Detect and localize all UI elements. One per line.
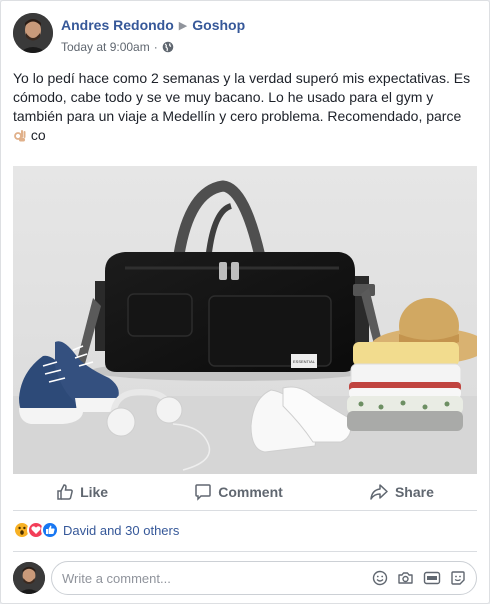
share-label: Share bbox=[394, 484, 434, 500]
comment-placeholder: Write a comment... bbox=[62, 570, 171, 586]
gif-icon[interactable] bbox=[423, 570, 441, 586]
divider bbox=[13, 510, 477, 511]
like-label: Like bbox=[80, 484, 109, 500]
share-button[interactable]: Share bbox=[369, 483, 434, 501]
reactions-summary[interactable]: David and 30 others bbox=[13, 521, 179, 539]
group-name[interactable]: Goshop bbox=[192, 17, 245, 33]
emoji-icon[interactable] bbox=[372, 570, 388, 586]
globe-icon[interactable] bbox=[162, 41, 174, 53]
arrow-icon: ▶ bbox=[178, 20, 188, 32]
author-avatar[interactable] bbox=[13, 13, 53, 53]
post-body-tail: co bbox=[30, 127, 46, 143]
post-photo[interactable]: ESSENTIAL bbox=[13, 166, 477, 474]
comment-icon bbox=[195, 484, 211, 501]
thumbs-up-icon bbox=[57, 484, 73, 500]
sticker-icon[interactable] bbox=[450, 570, 466, 586]
comment-label: Comment bbox=[218, 484, 283, 500]
post-text: Yo lo pedí hace como 2 semanas y la verd… bbox=[13, 69, 475, 145]
post-card: Andres Redondo ▶ Goshop Today at 9:00am · … bbox=[0, 0, 490, 604]
user-avatar[interactable] bbox=[13, 562, 45, 594]
comment-button[interactable]: Comment bbox=[194, 483, 283, 501]
post-body: Yo lo pedí hace como 2 semanas y la verd… bbox=[13, 70, 471, 124]
post-time[interactable]: Today at 9:00am bbox=[61, 39, 150, 55]
post-header: Andres Redondo ▶ Goshop Today at 9:00am · bbox=[13, 13, 245, 55]
camera-icon[interactable] bbox=[397, 570, 414, 586]
author-name[interactable]: Andres Redondo bbox=[61, 17, 174, 33]
like-button[interactable]: Like bbox=[56, 483, 108, 501]
bag-label: ESSENTIAL bbox=[293, 359, 316, 364]
like-icon bbox=[41, 521, 59, 539]
action-bar: Like Comment Share bbox=[13, 477, 477, 507]
reactions-text[interactable]: David and 30 others bbox=[63, 523, 179, 538]
divider bbox=[13, 551, 477, 552]
separator: · bbox=[153, 40, 158, 54]
comment-input[interactable]: Write a comment... bbox=[51, 561, 477, 595]
ok-hand-emoji bbox=[13, 128, 27, 142]
comment-composer: Write a comment... bbox=[13, 561, 477, 595]
share-icon bbox=[370, 484, 388, 500]
